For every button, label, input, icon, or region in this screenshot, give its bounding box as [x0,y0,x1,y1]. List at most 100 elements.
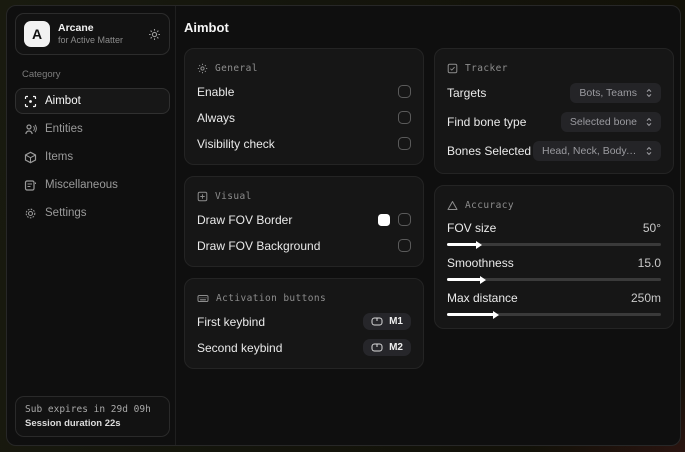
tracker-row-find-bone-type: Find bone type Selected bone [447,112,661,132]
frame-icon [197,191,208,202]
tracker-label: Bones Selected [447,144,532,158]
setting-row-draw-fov-border: Draw FOV Border [197,211,411,228]
accuracy-card: Accuracy FOV size 50° Smoothness 15.0 Ma… [434,185,674,329]
sub-expires-text: Sub expires in 29d 09h [25,404,151,415]
section-title: Activation buttons [216,293,327,304]
visibility-check-checkbox[interactable] [398,137,411,150]
session-duration-text: Session duration 22s [25,418,121,429]
brand-text: Arcane for Active Matter [58,22,140,46]
enable-checkbox[interactable] [398,85,411,98]
unfold-icon [644,88,654,98]
tracker-row-bones-selected: Bones Selected Head, Neck, Body, Pe... [447,141,661,161]
sidebar-item-aimbot[interactable]: Aimbot [15,88,170,114]
slider-group-fov-size: FOV size 50° [447,221,661,246]
slider-value: 15.0 [637,256,661,270]
dropdown-value: Head, Neck, Body, Pe... [542,145,637,157]
setting-row-visibility-check: Visibility check [197,135,411,152]
activation-card: Activation buttons First keybind M1 Seco… [184,278,424,369]
keybind-label: First keybind [197,314,266,329]
left-column: General Enable Always Visibility check V… [184,48,424,369]
app-subtitle: for Active Matter [58,34,124,45]
app-logo: A [24,21,50,47]
list-icon [24,179,37,192]
gear-icon [24,207,37,220]
section-title: Tracker [465,63,508,74]
sidebar-item-label: Items [45,151,74,163]
sidebar: A Arcane for Active Matter Category Aimb [7,6,176,445]
slider-fill [447,243,477,246]
slider-value: 50° [642,221,661,235]
sun-settings-icon [197,63,208,74]
sidebar-item-miscellaneous[interactable]: Miscellaneous [15,172,170,198]
second-keybind-button[interactable]: M2 [363,339,411,356]
slider-fill [447,313,495,316]
section-title: Visual [215,191,252,202]
setting-label: Visibility check [197,136,275,151]
slider-value: 250m [630,291,661,305]
always-checkbox[interactable] [398,111,411,124]
smoothness-slider[interactable] [447,278,661,281]
setting-row-always: Always [197,109,411,126]
section-title: Accuracy [465,200,514,211]
first-keybind-button[interactable]: M1 [363,313,411,330]
keybind-row-first: First keybind M1 [197,313,411,330]
setting-label: Always [197,110,236,125]
slider-label: FOV size [447,221,497,235]
slider-label: Max distance [447,291,518,305]
crosshair-scan-icon [24,95,37,108]
tracker-card: Tracker Targets Bots, Teams Find bone ty… [434,48,674,174]
targets-dropdown[interactable]: Bots, Teams [570,83,661,103]
subscription-info-card: Sub expires in 29d 09h Session duration … [15,396,170,437]
sidebar-item-label: Miscellaneous [45,179,118,191]
dropdown-value: Bots, Teams [579,87,637,99]
sidebar-item-entities[interactable]: Entities [15,116,170,142]
setting-row-draw-fov-background: Draw FOV Background [197,237,411,254]
fov-size-slider[interactable] [447,243,661,246]
page-title: Aimbot [184,20,229,35]
tracker-label: Find bone type [447,115,527,129]
max-distance-slider[interactable] [447,313,661,316]
category-label: Category [22,69,61,80]
unfold-icon [644,117,654,127]
fov-border-color-swatch[interactable] [378,213,390,226]
bones-selected-dropdown[interactable]: Head, Neck, Body, Pe... [533,141,661,161]
sidebar-item-settings[interactable]: Settings [15,200,170,226]
unfold-icon [644,146,654,156]
sidebar-item-label: Settings [45,207,87,219]
general-card: General Enable Always Visibility check [184,48,424,165]
find-bone-type-dropdown[interactable]: Selected bone [560,112,661,132]
right-column: Tracker Targets Bots, Teams Find bone ty… [434,48,674,329]
draw-fov-border-checkbox[interactable] [398,213,411,226]
keybind-label: Second keybind [197,340,283,355]
setting-label: Draw FOV Border [197,212,293,227]
slider-label: Smoothness [447,256,514,270]
tracker-label: Targets [447,86,487,100]
tracker-row-targets: Targets Bots, Teams [447,83,661,103]
accuracy-triangle-icon [447,200,458,211]
sidebar-item-items[interactable]: Items [15,144,170,170]
slider-fill [447,278,482,281]
setting-label: Draw FOV Background [197,238,321,253]
tracker-icon [447,63,458,74]
dropdown-value: Selected bone [569,116,637,128]
entities-icon [24,123,37,136]
mouse-icon [371,343,383,352]
keybind-value: M1 [389,316,403,327]
gear-icon[interactable] [148,28,161,41]
app-window: A Arcane for Active Matter Category Aimb [6,5,681,446]
setting-label: Enable [197,84,235,99]
visual-card: Visual Draw FOV Border Draw FOV Backgrou… [184,176,424,267]
brand-card: A Arcane for Active Matter [15,13,170,55]
sidebar-item-label: Aimbot [45,95,81,107]
cube-icon [24,151,37,164]
draw-fov-background-checkbox[interactable] [398,239,411,252]
keybind-row-second: Second keybind M2 [197,339,411,356]
app-name: Arcane [58,21,94,34]
slider-group-max-distance: Max distance 250m [447,291,661,316]
main-panel: Aimbot General Enable Always Visibility … [176,6,680,445]
mouse-icon [371,317,383,326]
keybind-value: M2 [389,342,403,353]
keyboard-icon [197,293,209,304]
setting-row-enable: Enable [197,83,411,100]
sidebar-item-label: Entities [45,123,83,135]
